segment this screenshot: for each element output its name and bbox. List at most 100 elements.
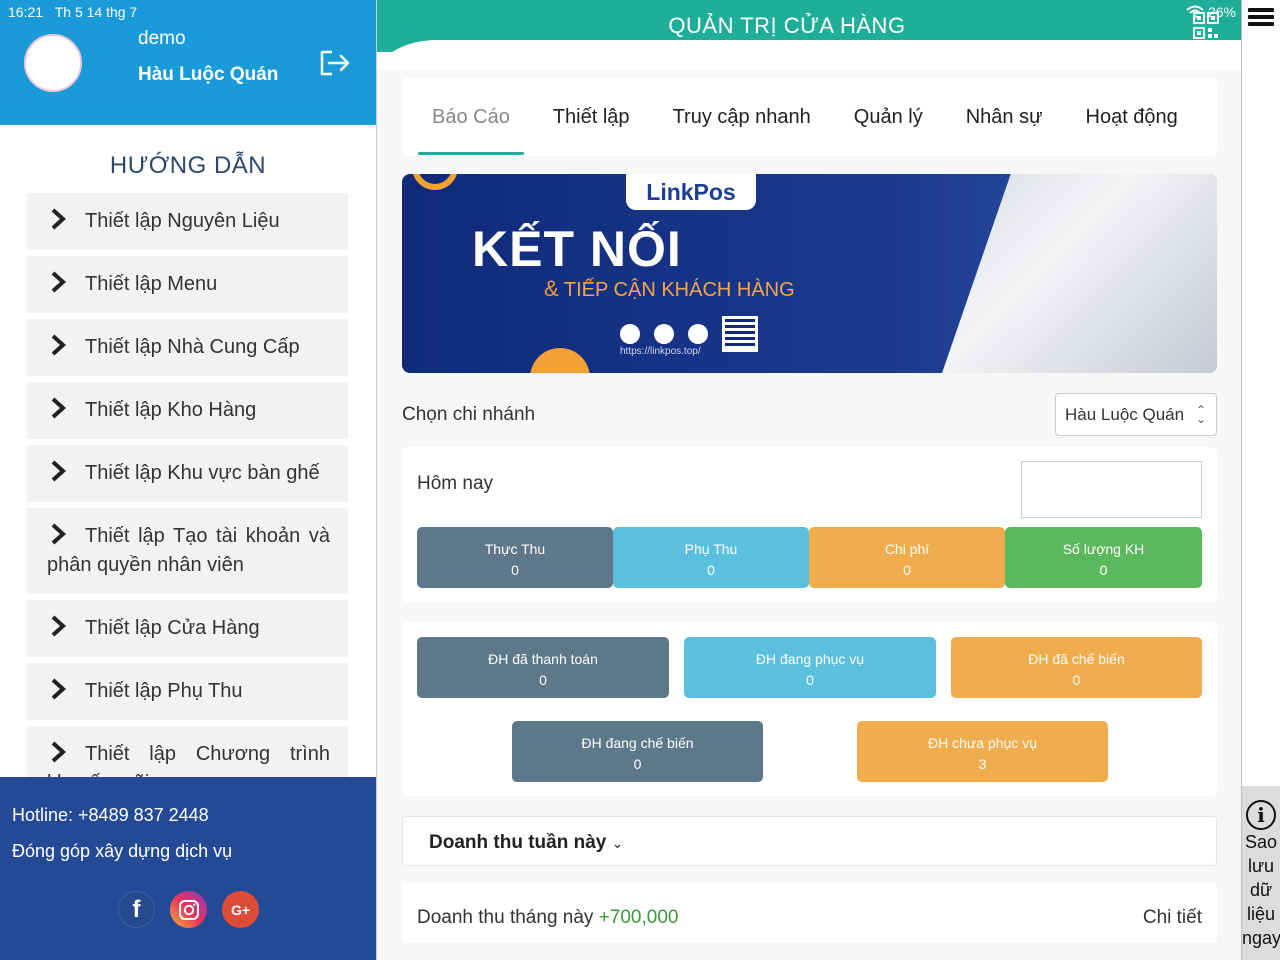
chevron-right-icon [51, 397, 66, 419]
instagram-icon[interactable] [170, 891, 207, 928]
guide-item-nha-cung-cap[interactable]: Thiết lập Nhà Cung Cấp [27, 319, 348, 376]
order-label: ĐH đang phục vụ [755, 651, 865, 667]
chevron-right-icon [51, 678, 66, 700]
month-revenue-value: +700,000 [598, 907, 679, 928]
stat-value: 0 [511, 562, 519, 578]
guide-list: Thiết lập Nguyên Liệu Thiết lập Menu Thi… [27, 193, 348, 777]
stat-value: 0 [707, 562, 715, 578]
status-time: 16:21 Th 5 14 thg 7 [8, 4, 138, 20]
stat-label: Số lượng KH [1062, 541, 1145, 557]
wifi-icon [1186, 5, 1204, 19]
page-title: QUẢN TRỊ CỬA HÀNG [668, 13, 906, 38]
order-serving[interactable]: ĐH đang phục vụ 0 [684, 637, 936, 698]
stat-label: Chi phí [884, 541, 930, 557]
today-card: Hôm nay Thực Thu 0 Phụ Thu 0 Chi phí 0 S… [402, 447, 1217, 602]
social-links: f G+ [118, 891, 259, 928]
info-icon: i [1246, 800, 1276, 830]
chevron-right-icon [51, 523, 66, 545]
guide-item-label: Thiết lập Khu vực bàn ghế [85, 462, 320, 484]
guide-item-label: Thiết lập Phụ Thu [85, 680, 243, 702]
battery-percent: 26% [1207, 4, 1236, 20]
tab-quan-ly[interactable]: Quản lý [840, 97, 937, 137]
guide-title: HƯỚNG DẪN [109, 152, 267, 179]
guide-item-khu-vuc-ban-ghe[interactable]: Thiết lập Khu vực bàn ghế [27, 445, 348, 502]
order-label: ĐH chưa phục vụ [928, 735, 1037, 751]
instagram-icon [654, 324, 674, 344]
order-value: 0 [806, 672, 814, 688]
updown-icon: ⌃ ⌄ [1195, 403, 1206, 426]
menu-icon[interactable] [1246, 4, 1276, 30]
stat-value: 0 [903, 562, 911, 578]
guide-item-label: Thiết lập Nhà Cung Cấp [85, 336, 300, 358]
chevron-right-icon [51, 208, 66, 230]
order-value: 3 [978, 756, 987, 772]
today-date-input[interactable] [1021, 461, 1202, 518]
detail-link[interactable]: Chi tiết [1143, 907, 1202, 929]
status-indicators: 26% [1186, 4, 1236, 20]
stat-value: 0 [1099, 562, 1108, 578]
guide-item-label: Thiết lập Kho Hàng [85, 399, 257, 421]
hotline-link[interactable]: Hotline: +8489 837 2448 [12, 805, 209, 826]
stat-label: Thực Thu [484, 541, 546, 557]
week-revenue-toggle[interactable]: Doanh thu tuần này ⌄ [402, 816, 1217, 866]
guide-item-menu[interactable]: Thiết lập Menu [27, 256, 348, 313]
guide-item-kho-hang[interactable]: Thiết lập Kho Hàng [27, 382, 348, 439]
order-cooked[interactable]: ĐH đã chế biến 0 [951, 637, 1202, 698]
banner-subtitle-text: TIẾP CẬN KHÁCH HÀNG [563, 279, 795, 301]
banner-subtitle: & TIẾP CẬN KHÁCH HÀNG [544, 276, 795, 302]
save-data-label: Sao lưu dữ liệu ngay [1242, 832, 1280, 948]
sidebar-footer: Hotline: +8489 837 2448 Đóng góp xây dựn… [0, 777, 376, 960]
logout-icon[interactable] [318, 48, 352, 78]
chevron-right-icon [51, 271, 66, 293]
guide-item-cua-hang[interactable]: Thiết lập Cửa Hàng [27, 600, 348, 657]
twitter-icon [688, 324, 708, 344]
stat-so-luong-kh[interactable]: Số lượng KH 0 [1005, 527, 1202, 588]
guide-item-tai-khoan[interactable]: Thiết lập Tạo tài khoản và phân quyền nh… [27, 508, 348, 594]
order-label: ĐH đã chế biến [1028, 651, 1125, 667]
facebook-icon [620, 324, 640, 344]
stat-phu-thu[interactable]: Phụ Thu 0 [613, 527, 809, 588]
banner-decor-circle [530, 348, 590, 373]
guide-item-khuyen-mai[interactable]: Thiết lập Chương trình khuyến mãi [27, 726, 348, 777]
tab-hoat-dong[interactable]: Hoạt động [1072, 97, 1192, 137]
tab-bao-cao[interactable]: Báo Cáo [418, 97, 524, 155]
today-label: Hôm nay [417, 473, 494, 494]
order-label: ĐH đã thanh toán [488, 651, 598, 667]
banner-url: https://linkpos.top/ [620, 346, 701, 357]
guide-item-label: Thiết lập Chương trình khuyến mãi [47, 743, 330, 777]
guide-item-label: Thiết lập Menu [85, 273, 218, 295]
branch-label: Chọn chi nhánh [402, 404, 536, 425]
order-cooking[interactable]: ĐH đang chế biến 0 [512, 721, 763, 782]
stat-chi-phi[interactable]: Chi phí 0 [809, 527, 1005, 588]
tab-thiet-lap[interactable]: Thiết lập [539, 97, 644, 137]
guide-item-label: Thiết lập Cửa Hàng [85, 617, 260, 639]
stat-label: Phụ Thu [684, 541, 738, 557]
tab-nhan-su[interactable]: Nhân sự [952, 97, 1057, 137]
guide-item-label: Thiết lập Tạo tài khoản và phân quyền nh… [47, 525, 330, 576]
order-not-served[interactable]: ĐH chưa phục vụ 3 [857, 721, 1108, 782]
order-label: ĐH đang chế biến [581, 735, 694, 751]
branch-select[interactable]: Hàu Luộc Quán ⌃ ⌄ [1055, 393, 1217, 436]
save-data-button[interactable]: i Sao lưu dữ liệu ngay [1242, 786, 1280, 960]
right-strip: i Sao lưu dữ liệu ngay [1242, 0, 1280, 960]
order-paid[interactable]: ĐH đã thanh toán 0 [417, 637, 669, 698]
promo-banner[interactable]: LinkPos KẾT NỐI & TIẾP CẬN KHÁCH HÀNG ht… [402, 174, 1217, 373]
sidebar: demo Hàu Luộc Quán HƯỚNG DẪN Thiết lập N… [0, 0, 376, 960]
profile-name: demo [138, 28, 186, 49]
avatar[interactable] [24, 34, 82, 92]
banner-logo: LinkPos [626, 174, 756, 210]
branch-selected-value: Hàu Luộc Quán [1065, 405, 1185, 424]
chevron-right-icon [51, 334, 66, 356]
banner-title: KẾT NỐI [472, 221, 682, 277]
stat-thuc-thu[interactable]: Thực Thu 0 [417, 527, 613, 588]
banner-qr-icon [722, 316, 758, 352]
guide-item-nguyen-lieu[interactable]: Thiết lập Nguyên Liệu [27, 193, 348, 250]
orders-card: ĐH đã thanh toán 0 ĐH đang phục vụ 0 ĐH … [402, 622, 1217, 796]
chevron-right-icon [51, 741, 66, 763]
banner-photo [942, 174, 1217, 373]
facebook-icon[interactable]: f [118, 891, 155, 928]
guide-item-phu-thu[interactable]: Thiết lập Phụ Thu [27, 663, 348, 720]
google-plus-icon[interactable]: G+ [222, 891, 259, 928]
tab-truy-cap-nhanh[interactable]: Truy cập nhanh [659, 97, 825, 137]
contribute-link[interactable]: Đóng góp xây dựng dịch vụ [12, 841, 232, 862]
